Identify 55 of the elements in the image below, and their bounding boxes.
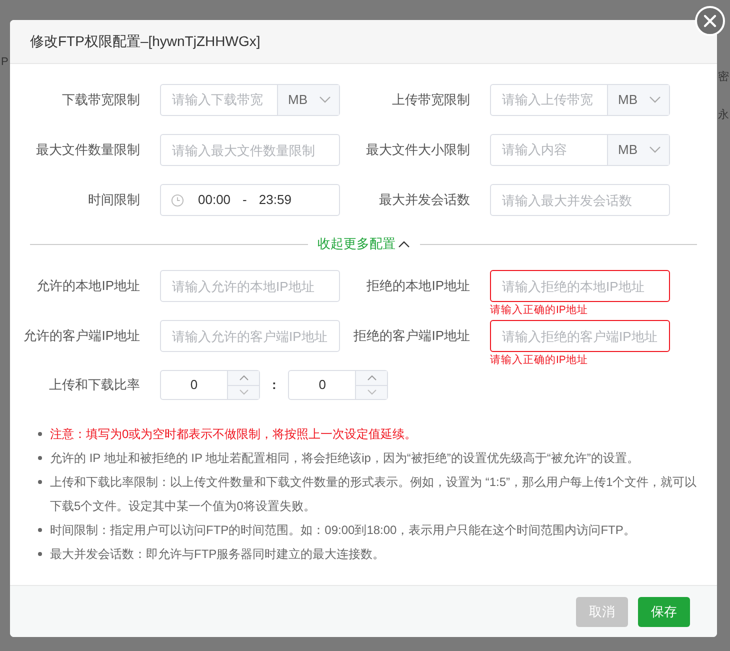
field-label: 时间限制	[87, 191, 141, 210]
field-label: 拒绝的本地IP地址	[366, 277, 471, 296]
bullet-icon	[38, 456, 42, 460]
chevron-up-icon	[366, 374, 377, 381]
note-text: 注意：填写为0或为空时都表示不做限制，将按照上一次设定值延续。	[50, 426, 417, 443]
bullet-icon	[38, 528, 42, 532]
close-button[interactable]	[695, 6, 725, 36]
field-label: 下载带宽限制	[61, 91, 141, 110]
clock-icon	[171, 194, 184, 206]
chevron-down-icon	[319, 96, 331, 104]
input-field[interactable]: 请输入内容 MB	[490, 134, 670, 166]
save-button[interactable]: 保存	[638, 596, 690, 626]
bullet-icon	[38, 432, 42, 436]
input-field[interactable]: 请输入下载带宽 MB	[160, 84, 340, 116]
error-message: 请输入正确的IP地址	[490, 353, 588, 368]
end-time: 23:59	[258, 191, 292, 210]
close-icon	[703, 14, 717, 28]
chevron-down-icon	[238, 389, 248, 396]
field-label: 最大文件大小限制	[365, 141, 471, 160]
start-time: 00:00	[198, 191, 231, 210]
input-field[interactable]: 请输入拒绝的客户端IP地址	[490, 320, 670, 352]
field-label: 允许的本地IP地址	[36, 277, 141, 296]
unit-select[interactable]: MB	[607, 85, 669, 115]
ratio-separator: :	[272, 376, 276, 394]
field-label: 拒绝的客户端IP地址	[352, 327, 471, 346]
dialog-title: 修改FTP权限配置–[hywnTjZHHWGx]	[30, 32, 260, 51]
note-text: 最大并发会话数：即允许与FTP服务器同时建立的最大连接数。	[50, 546, 385, 563]
field-label: 最大文件数量限制	[35, 141, 141, 160]
field-label: 上传和下载比率	[48, 376, 140, 394]
background-text: 永	[718, 108, 729, 122]
chevron-down-icon	[649, 96, 661, 104]
input-field[interactable]: 请输入上传带宽 MB	[490, 84, 670, 116]
number-input[interactable]: 0	[160, 370, 260, 400]
field-label: 允许的客户端IP地址	[22, 327, 141, 346]
unit-select[interactable]: MB	[607, 135, 669, 165]
note-text: 时间限制：指定用户可以访问FTP的时间范围。如：09:00到18:00，表示用户只能在这个时间范围内访问FTP。	[50, 522, 636, 539]
note-text: 上传和下载比率限制：以上传文件数量和下载文件数量的形式表示。例如，设置为 “1:5”，那么用户每上传1个文件，就可以下载5个文件。设定其中某一个值为0将设置失败。	[50, 474, 697, 515]
bullet-icon	[38, 480, 42, 484]
field-label: 最大并发会话数	[378, 191, 471, 210]
chevron-up-icon	[238, 374, 248, 381]
unit-select[interactable]: MB	[277, 85, 339, 115]
error-message: 请输入正确的IP地址	[490, 303, 588, 318]
chevron-down-icon	[649, 146, 661, 154]
number-input[interactable]: 0	[288, 370, 388, 400]
chevron-down-icon	[366, 389, 377, 396]
note-text: 允许的 IP 地址和被拒绝的 IP 地址若配置相同，将会拒绝该ip，因为“被拒绝”的设置优先级高于“被允许”的设置。	[50, 450, 639, 467]
field-label: 上传带宽限制	[391, 91, 471, 110]
chevron-up-icon	[398, 240, 410, 248]
time-range-field[interactable]: 00:00 - 23:59	[160, 184, 340, 216]
background-text: P	[1, 55, 8, 69]
input-field[interactable]: 请输入拒绝的本地IP地址	[490, 270, 670, 302]
background-text: 密	[718, 70, 729, 84]
bullet-icon	[38, 552, 42, 556]
collapse-toggle[interactable]: 收起更多配置	[318, 234, 410, 254]
range-separator: -	[242, 191, 247, 210]
